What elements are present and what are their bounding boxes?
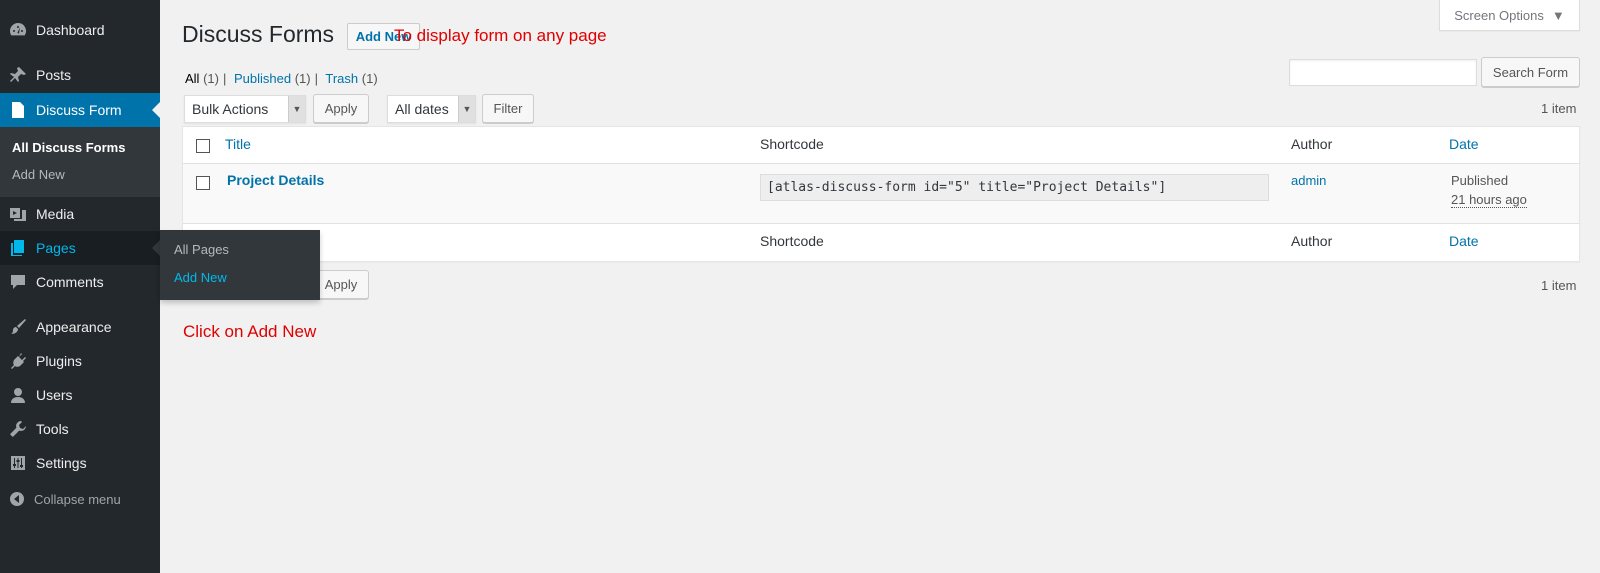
table-row: Project Details [atlas-discuss-form id="… (183, 164, 1579, 223)
filter-all-count: (1) (203, 71, 219, 86)
media-icon (0, 205, 36, 223)
menu-plugins-label: Plugins (36, 353, 82, 369)
row-title-link[interactable]: Project Details (227, 172, 324, 188)
menu-comments[interactable]: Comments (0, 265, 160, 299)
chevron-down-icon: ▼ (288, 96, 305, 122)
date-status: Published (1451, 173, 1509, 188)
filter-all[interactable]: All (1) (185, 71, 219, 86)
apply-button-top[interactable]: Apply (313, 94, 369, 123)
shortcode-field[interactable]: [atlas-discuss-form id="5" title="Projec… (760, 174, 1269, 201)
status-filter-links: All (1) | Published (1) | Trash (1) (185, 71, 378, 86)
filter-button[interactable]: Filter (482, 94, 534, 123)
annotation-bottom: Click on Add New (183, 322, 317, 341)
menu-tools-label: Tools (36, 421, 69, 437)
menu-plugins[interactable]: Plugins (0, 344, 160, 378)
menu-discuss-form[interactable]: Discuss Form (0, 93, 160, 127)
separator: | (314, 71, 318, 86)
search-input[interactable] (1289, 59, 1477, 86)
menu-media-label: Media (36, 206, 75, 222)
menu-media[interactable]: Media (0, 197, 160, 231)
column-date-footer[interactable]: Date (1449, 233, 1479, 249)
wrench-icon (0, 420, 36, 438)
column-shortcode-footer: Shortcode (760, 233, 824, 249)
items-count-top: 1 item (1541, 101, 1577, 116)
select-all-checkbox[interactable] (196, 139, 210, 153)
menu-tools[interactable]: Tools (0, 412, 160, 446)
dashboard-icon (0, 21, 36, 39)
annotation-top: To display form on any page (394, 26, 607, 45)
menu-pages-label: Pages (36, 240, 76, 256)
menu-dashboard[interactable]: Dashboard (0, 13, 160, 47)
dates-value: All dates (395, 101, 449, 117)
separator: | (222, 71, 227, 86)
menu-dashboard-label: Dashboard (36, 22, 105, 38)
speech-bubble-icon (0, 274, 36, 290)
discuss-form-submenu: All Discuss Forms Add New (0, 127, 160, 197)
menu-posts[interactable]: Posts (0, 58, 160, 92)
menu-discuss-form-label: Discuss Form (36, 102, 122, 118)
filter-published-label: Published (233, 71, 292, 86)
pages-flyout-menu: All Pages Add New (160, 230, 320, 300)
menu-settings-label: Settings (36, 455, 87, 471)
page-title: Discuss Forms (182, 21, 335, 47)
menu-users[interactable]: Users (0, 378, 160, 412)
menu-settings[interactable]: Settings (0, 446, 160, 480)
collapse-menu-label: Collapse menu (34, 491, 121, 507)
bulk-actions-value: Bulk Actions (192, 101, 269, 117)
document-icon (0, 101, 36, 119)
forms-list-table: Title Shortcode Author Date Project Deta… (182, 126, 1580, 262)
bulk-actions-select-top[interactable]: Bulk Actions ▼ (184, 95, 306, 123)
flyout-add-new[interactable]: Add New (174, 270, 227, 285)
paintbrush-icon (0, 318, 36, 336)
submenu-add-new[interactable]: Add New (12, 167, 65, 182)
menu-appearance[interactable]: Appearance (0, 310, 160, 344)
filter-trash-label: Trash (325, 71, 359, 86)
menu-pages[interactable]: Pages (0, 231, 160, 265)
menu-users-label: Users (36, 387, 73, 403)
filter-trash[interactable]: Trash (1) (325, 71, 377, 86)
column-title-header[interactable]: Title (225, 136, 251, 152)
table-header-row: Title Shortcode Author Date (183, 127, 1579, 164)
column-date-header[interactable]: Date (1449, 136, 1479, 152)
plug-icon (0, 352, 36, 370)
flyout-all-pages[interactable]: All Pages (174, 242, 229, 257)
items-count-bottom: 1 item (1541, 278, 1577, 293)
user-icon (0, 387, 36, 403)
admin-sidebar: Dashboard Posts Discuss Form All Discuss… (0, 0, 160, 573)
column-shortcode-header: Shortcode (760, 136, 824, 152)
menu-comments-label: Comments (36, 274, 104, 290)
settings-sliders-icon (0, 455, 36, 471)
screen-options-button[interactable]: Screen Options ▼ (1439, 0, 1580, 31)
filter-all-label: All (185, 71, 200, 86)
column-author-header: Author (1291, 136, 1333, 152)
menu-posts-label: Posts (36, 67, 72, 83)
filter-trash-count: (1) (361, 71, 378, 86)
chevron-down-icon: ▼ (458, 96, 475, 122)
table-footer-row: Shortcode Author Date (183, 223, 1579, 261)
menu-appearance-label: Appearance (36, 319, 112, 335)
collapse-arrow-icon (0, 491, 34, 507)
search-form-button[interactable]: Search Form (1481, 57, 1580, 87)
date-relative: 21 hours ago (1451, 192, 1527, 208)
pages-icon (0, 239, 36, 257)
screen-options-label: Screen Options (1454, 7, 1544, 23)
submenu-all-discuss-forms[interactable]: All Discuss Forms (12, 140, 125, 155)
row-checkbox[interactable] (196, 176, 210, 190)
apply-button-bottom[interactable]: Apply (313, 270, 369, 299)
filter-published-count: (1) (294, 71, 311, 86)
dates-select[interactable]: All dates ▼ (387, 95, 476, 123)
collapse-menu-button[interactable]: Collapse menu (0, 485, 160, 513)
author-link[interactable]: admin (1291, 173, 1326, 188)
filter-published[interactable]: Published (1) (234, 71, 311, 86)
column-author-footer: Author (1291, 233, 1333, 249)
pushpin-icon (0, 66, 36, 84)
caret-down-icon: ▼ (1551, 7, 1565, 23)
